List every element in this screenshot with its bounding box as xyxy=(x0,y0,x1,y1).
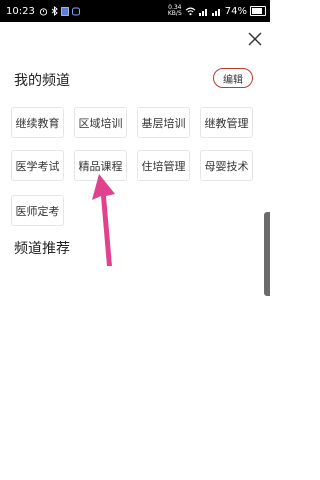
channel-chip[interactable]: 继续教育 xyxy=(11,107,64,138)
scroll-handle[interactable] xyxy=(264,212,270,296)
my-channels-title: 我的频道 xyxy=(14,73,70,89)
channel-chip[interactable]: 区域培训 xyxy=(74,107,127,138)
signal-icon xyxy=(198,8,207,16)
channel-chip[interactable]: 住培管理 xyxy=(137,150,190,181)
status-time: 10:23 xyxy=(6,5,35,17)
message-notification-icon xyxy=(71,7,80,15)
channel-chip[interactable]: 继教管理 xyxy=(200,107,253,138)
close-icon xyxy=(248,32,262,46)
app-notification-icon xyxy=(61,6,69,16)
battery-icon xyxy=(250,6,266,16)
channel-chip[interactable]: 医师定考 xyxy=(11,195,64,226)
close-button[interactable] xyxy=(246,30,264,48)
wifi-icon xyxy=(185,7,196,15)
edit-button[interactable]: 编辑 xyxy=(213,68,253,88)
bluetooth-icon xyxy=(51,6,58,16)
status-bar: 10:23 0.34 KB/S 74% xyxy=(0,0,270,22)
recommended-channels-title: 频道推荐 xyxy=(14,241,70,257)
channel-chip[interactable]: 母婴技术 xyxy=(200,150,253,181)
channel-chip[interactable]: 精品课程 xyxy=(74,150,127,181)
channel-chip[interactable]: 基层培训 xyxy=(137,107,190,138)
network-speed: 0.34 KB/S xyxy=(167,4,182,17)
channel-chip[interactable]: 医学考试 xyxy=(11,150,64,181)
battery-percent: 74% xyxy=(224,5,247,17)
alarm-icon xyxy=(39,7,47,16)
signal-icon-2 xyxy=(211,8,220,16)
